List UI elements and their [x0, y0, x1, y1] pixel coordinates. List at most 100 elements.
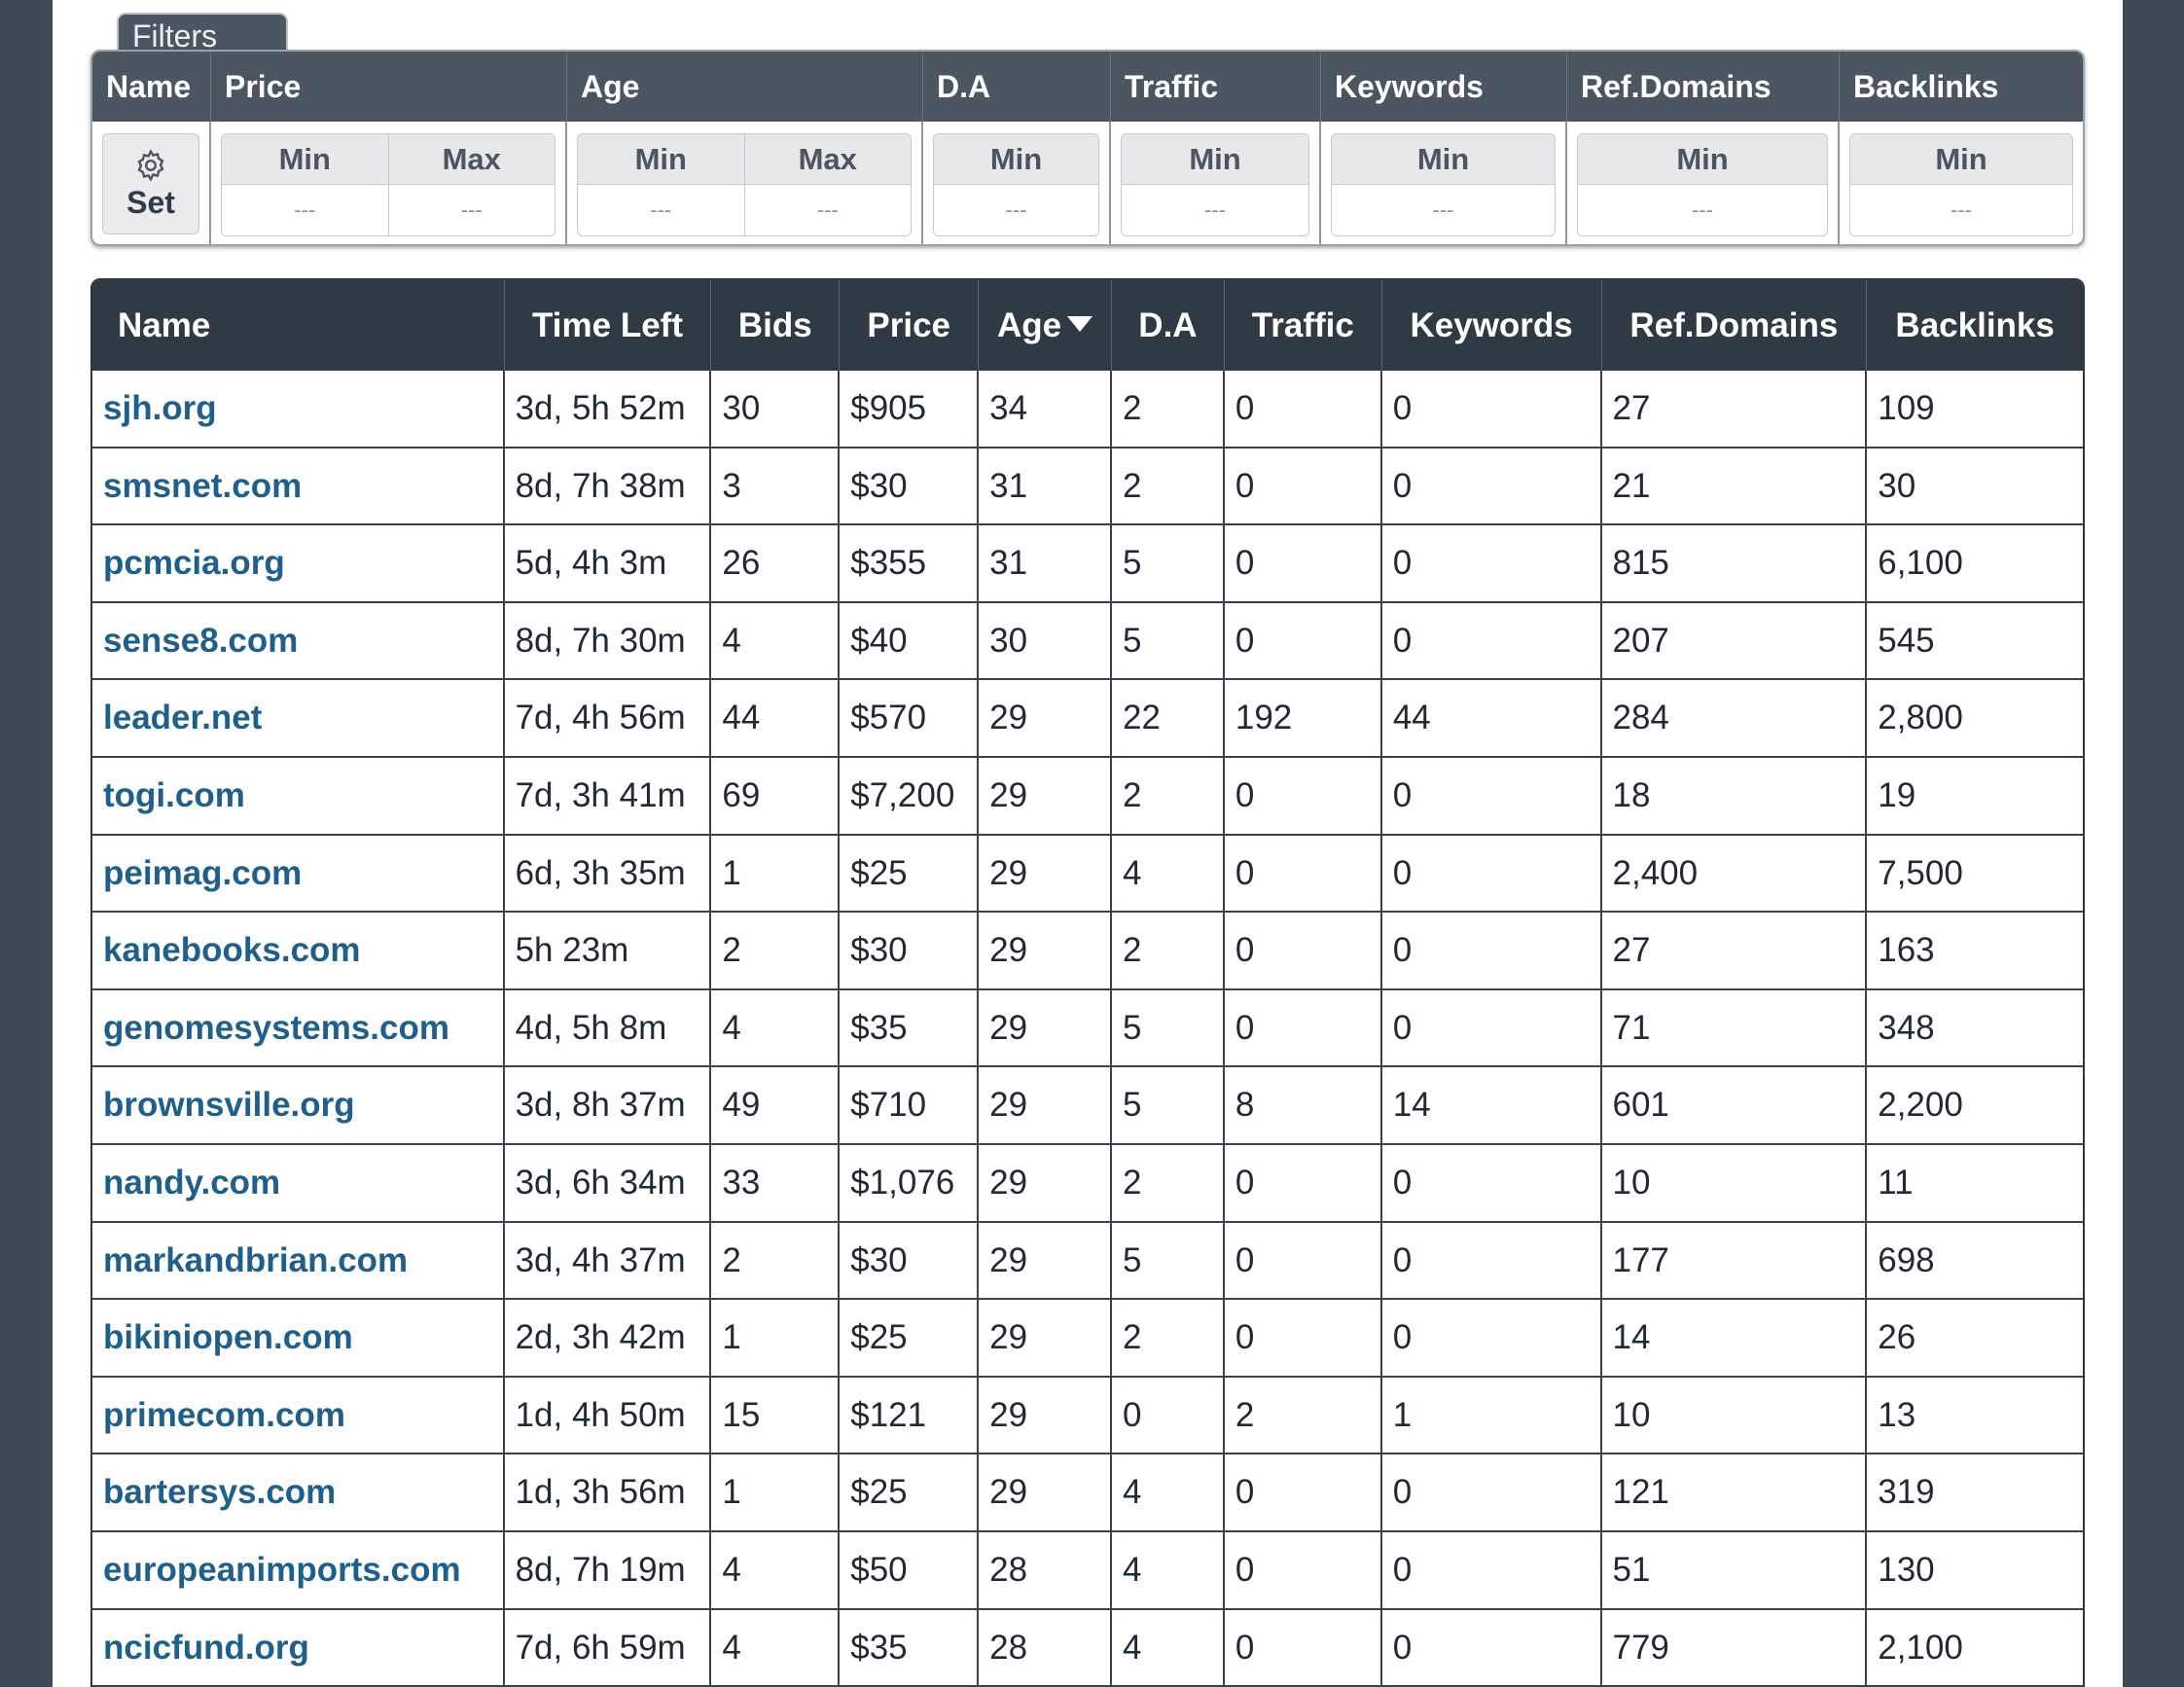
- domain-link[interactable]: bikiniopen.com: [103, 1318, 353, 1356]
- price-min-input[interactable]: ---: [222, 185, 388, 235]
- domain-link[interactable]: brownsville.org: [103, 1086, 355, 1124]
- cell-name: genomesystems.com: [92, 989, 505, 1066]
- price-min-filter[interactable]: Min ---: [222, 134, 388, 235]
- cell-ref-domains: 2,400: [1602, 835, 1868, 912]
- ref-domains-min-filter[interactable]: Min ---: [1577, 133, 1828, 236]
- age-range-filter: Min --- Max ---: [577, 133, 912, 236]
- backlinks-min-filter[interactable]: Min ---: [1849, 133, 2073, 236]
- backlinks-min-input[interactable]: ---: [1850, 185, 2072, 235]
- age-max-filter[interactable]: Max ---: [743, 134, 911, 235]
- da-min-input[interactable]: ---: [934, 185, 1098, 235]
- keywords-min-input[interactable]: ---: [1332, 185, 1555, 235]
- cell-time-left: 8d, 7h 30m: [505, 602, 712, 679]
- cell-time-left: 4d, 5h 8m: [505, 989, 712, 1066]
- cell-price: $35: [840, 1609, 980, 1686]
- cell-keywords: 0: [1382, 525, 1602, 601]
- col-header-price[interactable]: Price: [840, 280, 980, 371]
- filters-tab[interactable]: Filters: [117, 13, 288, 54]
- age-min-filter[interactable]: Min ---: [578, 134, 744, 235]
- set-button[interactable]: Set: [102, 133, 199, 234]
- age-max-input[interactable]: ---: [744, 185, 911, 235]
- col-header-name[interactable]: Name: [92, 280, 505, 371]
- domain-link[interactable]: peimag.com: [103, 854, 302, 892]
- cell-backlinks: 19: [1878, 775, 1916, 814]
- col-header-keywords[interactable]: Keywords: [1382, 280, 1602, 371]
- col-header-backlinks[interactable]: Backlinks: [1867, 280, 2083, 371]
- caret-down-icon: [1067, 315, 1093, 332]
- cell-time-left: 7d, 6h 59m: [505, 1609, 712, 1686]
- cell-time-left: 1d, 4h 50m: [505, 1377, 712, 1454]
- filter-col-keywords: Keywords: [1321, 52, 1567, 122]
- cell-bids: 4: [711, 1609, 841, 1686]
- da-min-label: Min: [934, 134, 1098, 185]
- cell-backlinks: 11: [1878, 1163, 1914, 1202]
- domain-link[interactable]: pcmcia.org: [103, 544, 285, 582]
- cell-bids: 44: [711, 680, 841, 756]
- cell-traffic: 0: [1225, 1144, 1382, 1221]
- domain-link[interactable]: markandbrian.com: [103, 1241, 408, 1279]
- results-body: sjh.org 3d, 5h 52m 30 $905 34 2 0 0 27 109 smsnet.…: [92, 371, 2083, 1687]
- col-header-time-left[interactable]: Time Left: [505, 280, 712, 371]
- col-header-da[interactable]: D.A: [1112, 280, 1225, 371]
- cell-name: bartersys.com: [92, 1454, 505, 1530]
- col-header-ref-domains[interactable]: Ref.Domains: [1602, 280, 1868, 371]
- keywords-min-label: Min: [1332, 134, 1555, 185]
- cell-time-left: 7d, 3h 41m: [505, 757, 712, 834]
- domain-link[interactable]: nandy.com: [103, 1164, 280, 1202]
- domain-link[interactable]: genomesystems.com: [103, 1009, 449, 1047]
- cell-backlinks: 30: [1878, 466, 1916, 505]
- cell-name: ncicfund.org: [92, 1609, 505, 1686]
- cell-keywords: 0: [1382, 835, 1602, 912]
- table-row: bikiniopen.com 2d, 3h 42m 1 $25 29 2 0 0 14 26: [92, 1300, 2083, 1378]
- keywords-min-filter[interactable]: Min ---: [1331, 133, 1556, 236]
- domain-link[interactable]: bartersys.com: [103, 1473, 336, 1511]
- cell-price: $570: [840, 680, 980, 756]
- cell-da: 2: [1112, 1300, 1225, 1376]
- ref-domains-min-input[interactable]: ---: [1578, 185, 1827, 235]
- filter-cell-traffic: Min ---: [1111, 122, 1321, 244]
- traffic-min-filter[interactable]: Min ---: [1121, 133, 1309, 236]
- domain-link[interactable]: europeanimports.com: [103, 1551, 461, 1589]
- filter-cell-da: Min ---: [923, 122, 1111, 244]
- cell-bids: 2: [711, 1222, 841, 1299]
- col-header-age[interactable]: Age: [979, 280, 1112, 371]
- cell-traffic: 8: [1225, 1067, 1382, 1143]
- domain-link[interactable]: sense8.com: [103, 622, 298, 660]
- cell-backlinks: 6,100: [1878, 544, 1963, 583]
- gear-icon: [137, 148, 164, 182]
- domain-link[interactable]: leader.net: [103, 699, 262, 736]
- col-header-traffic[interactable]: Traffic: [1225, 280, 1382, 371]
- domain-link[interactable]: smsnet.com: [103, 467, 302, 505]
- cell-time-left: 6d, 3h 35m: [505, 835, 712, 912]
- cell-age: 31: [979, 448, 1112, 524]
- cell-bids: 69: [711, 757, 841, 834]
- domain-link[interactable]: kanebooks.com: [103, 931, 361, 969]
- cell-name: leader.net: [92, 680, 505, 756]
- cell-name: markandbrian.com: [92, 1222, 505, 1299]
- domain-link[interactable]: sjh.org: [103, 389, 217, 427]
- cell-age: 28: [979, 1609, 1112, 1686]
- da-min-filter[interactable]: Min ---: [933, 133, 1099, 236]
- cell-backlinks: 2,800: [1878, 699, 1963, 737]
- filter-col-ref-domains: Ref.Domains: [1567, 52, 1840, 122]
- domain-link[interactable]: togi.com: [103, 776, 245, 814]
- cell-ref-domains: 121: [1602, 1454, 1868, 1530]
- table-row: smsnet.com 8d, 7h 38m 3 $30 31 2 0 0 21 30: [92, 448, 2083, 526]
- cell-backlinks: 698: [1878, 1240, 1935, 1279]
- cell-traffic: 0: [1225, 1222, 1382, 1299]
- cell-da: 5: [1112, 602, 1225, 679]
- price-max-input[interactable]: ---: [388, 185, 555, 235]
- filters-tab-label: Filters: [132, 18, 218, 54]
- cell-age: 29: [979, 835, 1112, 912]
- col-header-bids[interactable]: Bids: [711, 280, 841, 371]
- traffic-min-input[interactable]: ---: [1122, 185, 1308, 235]
- age-min-input[interactable]: ---: [578, 185, 744, 235]
- domain-link[interactable]: ncicfund.org: [103, 1629, 309, 1667]
- traffic-min-label: Min: [1122, 134, 1308, 185]
- price-max-filter[interactable]: Max ---: [387, 134, 555, 235]
- cell-bids: 26: [711, 525, 841, 601]
- cell-price: $7,200: [840, 757, 980, 834]
- domain-link[interactable]: primecom.com: [103, 1396, 345, 1434]
- filter-cell-price: Min --- Max ---: [211, 122, 567, 244]
- cell-da: 2: [1112, 1144, 1225, 1221]
